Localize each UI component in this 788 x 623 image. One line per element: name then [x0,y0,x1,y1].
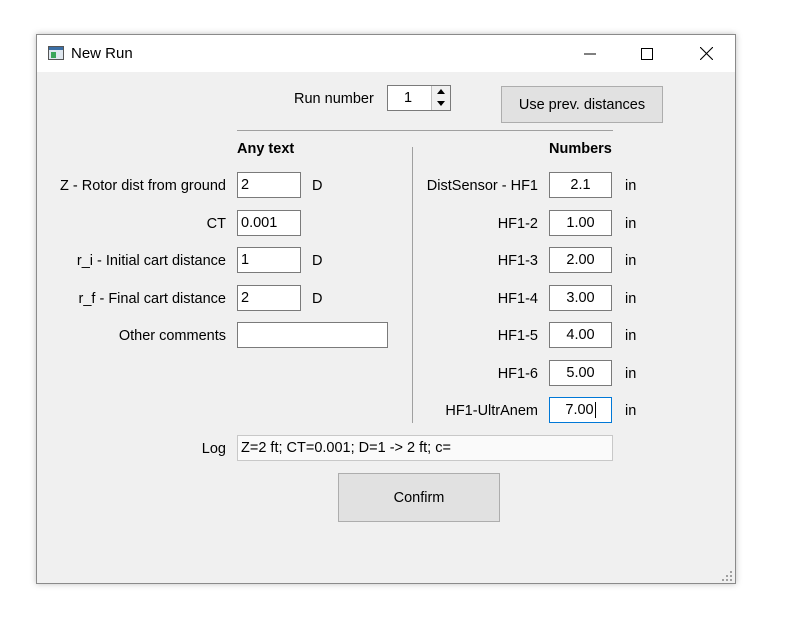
hf1-2-label: HF1-2 [497,216,538,232]
r-f-unit: D [312,291,323,307]
close-icon [699,47,713,60]
hf1-5-unit: in [625,328,637,344]
run-number-label: Run number [294,91,374,107]
hf1-4-unit: in [625,291,637,307]
any-text-header: Any text [237,141,295,157]
hf1-3-unit: in [625,253,637,269]
numbers-header: Numbers [549,141,612,157]
hf1-5-input[interactable]: 4.00 [549,322,612,348]
z-rotor-input[interactable]: 2 [237,172,301,198]
distsensor-hf1-input[interactable]: 2.1 [549,172,612,198]
minimize-button[interactable] [567,35,613,72]
ct-label: CT [206,216,226,232]
hf1-ultranem-value: 7.00 [565,402,594,418]
column-divider [412,147,413,423]
window-title: New Run [71,45,133,62]
z-rotor-label: Z - Rotor dist from ground [60,178,226,194]
hf1-5-label: HF1-5 [497,328,538,344]
log-field[interactable]: Z=2 ft; CT=0.001; D=1 -> 2 ft; c= [237,435,613,461]
hf1-3-label: HF1-3 [497,253,538,269]
r-f-input[interactable]: 2 [237,285,301,311]
hf1-4-label: HF1-4 [497,291,538,307]
run-number-stepper[interactable]: 1 [387,85,451,111]
hf1-6-input[interactable]: 5.00 [549,360,612,386]
other-comments-input[interactable] [237,322,388,348]
distsensor-hf1-label: DistSensor - HF1 [426,178,538,194]
spin-down-icon[interactable] [432,98,450,109]
app-window-icon [48,46,64,60]
r-f-label: r_f - Final cart distance [78,291,226,307]
hf1-4-input[interactable]: 3.00 [549,285,612,311]
hf1-6-unit: in [625,366,637,382]
hf1-6-label: HF1-6 [497,366,538,382]
use-prev-distances-button[interactable]: Use prev. distances [501,86,663,123]
other-comments-label: Other comments [118,328,226,344]
close-button[interactable] [683,35,729,72]
maximize-icon [641,47,653,60]
hf1-ultranem-input[interactable]: 7.00 [549,397,612,423]
minimize-icon [584,53,596,54]
hf1-ultranem-label: HF1-UltrAnem [445,403,538,419]
resize-grip-icon[interactable] [721,570,733,582]
hf1-ultranem-unit: in [625,403,637,419]
text-caret [594,402,596,419]
distsensor-hf1-unit: in [625,178,637,194]
confirm-button[interactable]: Confirm [338,473,500,522]
hf1-2-input[interactable]: 1.00 [549,210,612,236]
log-label: Log [201,441,226,457]
r-i-label: r_i - Initial cart distance [76,253,226,269]
ct-input[interactable]: 0.001 [237,210,301,236]
spin-up-icon[interactable] [432,86,450,97]
r-i-unit: D [312,253,323,269]
run-number-spinner[interactable] [431,86,450,110]
title-bar[interactable]: New Run [37,35,735,72]
maximize-button[interactable] [624,35,670,72]
hf1-3-input[interactable]: 2.00 [549,247,612,273]
top-divider [237,130,613,131]
r-i-input[interactable]: 1 [237,247,301,273]
run-number-value: 1 [404,90,413,106]
hf1-2-unit: in [625,216,637,232]
z-rotor-unit: D [312,178,323,194]
